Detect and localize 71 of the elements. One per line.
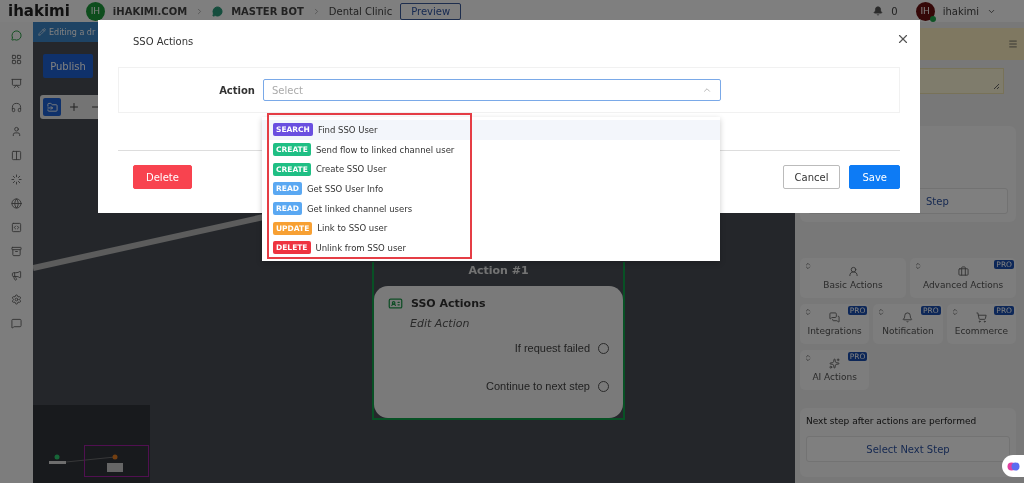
grid-icon[interactable] (11, 54, 22, 65)
preview-button[interactable]: Preview (400, 2, 462, 20)
tile-label: Ecommerce (954, 326, 1008, 336)
notification-count: 0 (891, 5, 898, 17)
archive-icon[interactable] (11, 246, 22, 257)
user-icon (847, 266, 859, 277)
breadcrumb-item[interactable]: Dental Clinic (328, 5, 393, 17)
action-node[interactable]: Action #1 SSO Actions Edit Action If request failed Continue to next step (372, 262, 625, 420)
bell-icon (902, 312, 914, 323)
tile-label: Basic Actions (823, 280, 883, 290)
resize-icon (993, 83, 1000, 90)
chevron-icon (702, 85, 712, 95)
chat-icon[interactable] (11, 30, 22, 41)
action-card[interactable]: SSO Actions Edit Action If request failed Continue to next step (374, 286, 623, 418)
board-icon[interactable] (11, 78, 22, 89)
loader-icon[interactable] (11, 174, 22, 185)
cancel-button[interactable]: Cancel (782, 165, 841, 189)
folder-icon (46, 101, 58, 113)
drag-handle-icon[interactable] (804, 262, 812, 270)
code-icon[interactable] (11, 222, 22, 233)
user-name[interactable]: ihakimi (942, 5, 979, 17)
delete-button[interactable]: Delete (133, 165, 192, 189)
card-subtitle: Edit Action (410, 317, 471, 330)
tile-label: AI Actions (812, 372, 857, 382)
chat-icon (212, 5, 224, 17)
tile-label: Notification (882, 326, 934, 336)
output-label: Continue to next step (486, 380, 590, 392)
drag-handle-icon[interactable] (804, 354, 812, 362)
publish-button[interactable]: Publish (43, 54, 93, 78)
message-icon[interactable] (11, 318, 22, 329)
close-icon[interactable] (896, 32, 910, 46)
cart-icon (975, 312, 987, 323)
minimap[interactable] (33, 405, 150, 483)
field-label: Action (218, 84, 255, 96)
next-step-label: Next step after actions are performed (806, 416, 978, 426)
globe-icon[interactable] (11, 198, 22, 209)
logo[interactable]: ihakimi (8, 2, 70, 20)
pencil-icon (38, 28, 46, 36)
select-next-step-button[interactable]: Select Next Step (806, 436, 1010, 462)
action-group-tile[interactable]: Basic Actions (800, 258, 906, 298)
drag-handle-icon[interactable] (877, 308, 886, 316)
drag-handle-icon[interactable] (804, 308, 812, 316)
node-title: Action #1 (468, 264, 529, 277)
drag-handle-icon[interactable] (950, 308, 959, 316)
workspace-avatar: IH (85, 1, 105, 21)
columns-icon[interactable] (11, 150, 22, 161)
headphones-icon[interactable] (11, 102, 22, 113)
folder-button[interactable] (43, 98, 61, 116)
menu-icon[interactable] (1008, 39, 1018, 49)
tile-label: Integrations (807, 326, 862, 336)
chat-icon (829, 312, 841, 323)
megaphone-icon[interactable] (11, 270, 22, 281)
breadcrumb-item[interactable]: MASTER BOT (231, 5, 304, 17)
settings-icon[interactable] (11, 294, 22, 305)
save-button[interactable]: Save (849, 165, 900, 189)
draft-notice: Editing a dr (49, 27, 96, 37)
breadcrumb-item[interactable]: iHAKIMI.COM (112, 5, 188, 17)
action-select[interactable]: Select (263, 79, 721, 101)
plus-icon (68, 101, 80, 113)
bell-icon[interactable] (873, 6, 884, 16)
user-avatar[interactable]: IH (915, 1, 935, 21)
user-icon[interactable] (11, 126, 22, 137)
dialog-title: SSO Actions (133, 36, 195, 47)
tile-label: Advanced Actions (922, 280, 1004, 290)
drag-handle-icon[interactable] (914, 262, 922, 270)
id-card-icon (388, 296, 403, 311)
card-title: SSO Actions (411, 297, 486, 310)
assistant-button[interactable] (1002, 455, 1024, 477)
output-label: If request failed (514, 342, 590, 354)
sparkle-icon (829, 358, 841, 369)
briefcase-icon (957, 266, 969, 277)
